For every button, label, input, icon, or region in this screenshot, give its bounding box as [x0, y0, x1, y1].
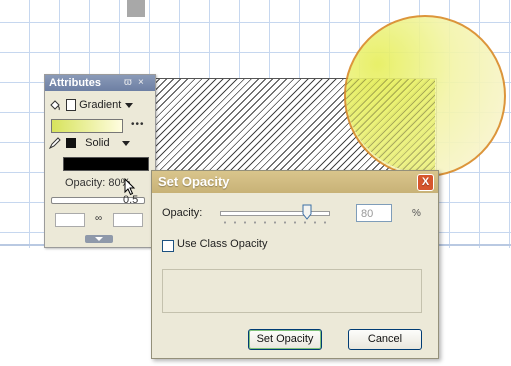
- mouse-pointer-icon: [124, 178, 136, 196]
- fill-gradient-swatch[interactable]: [51, 119, 123, 133]
- fill-type-label: Gradient: [79, 99, 122, 111]
- chevron-down-icon: [121, 140, 130, 146]
- dialog-titlebar[interactable]: Set Opacity X: [152, 171, 438, 193]
- stroke-type-label: Solid: [85, 137, 110, 149]
- opacity-slider[interactable]: [220, 211, 330, 216]
- stroke-row: Solid: [49, 137, 130, 150]
- panel-close-icon[interactable]: ×: [138, 75, 144, 91]
- attributes-panel-titlebar[interactable]: Attributes ϖ ×: [45, 75, 155, 91]
- stroke-color-square: [66, 138, 77, 149]
- set-opacity-dialog: Set Opacity X Opacity: 80 % Use Class Op…: [151, 170, 439, 359]
- use-class-opacity-label[interactable]: Use Class Opacity: [177, 238, 267, 250]
- pin-icon[interactable]: ϖ: [124, 75, 132, 91]
- fill-swatch-icon: [66, 99, 77, 112]
- opacity-input[interactable]: 80: [356, 204, 392, 222]
- gray-shape[interactable]: [127, 0, 145, 17]
- stroke-type-select[interactable]: Solid: [85, 137, 130, 149]
- link-icon[interactable]: ∞: [95, 213, 102, 224]
- size-controls: ∞: [49, 213, 149, 227]
- collapse-panel-button[interactable]: [85, 235, 113, 243]
- preview-area: [162, 269, 422, 313]
- set-opacity-button[interactable]: Set Opacity: [248, 329, 322, 350]
- attributes-panel: Attributes ϖ × Gradient ••• Solid Opacit…: [44, 74, 156, 248]
- dialog-title: Set Opacity: [158, 174, 230, 189]
- opacity-label: Opacity:: [162, 207, 203, 219]
- more-options-icon[interactable]: •••: [131, 119, 145, 130]
- use-class-opacity-checkbox[interactable]: [162, 240, 174, 252]
- chevron-down-icon: [125, 102, 134, 108]
- attributes-panel-title: Attributes: [49, 77, 101, 89]
- width-field[interactable]: [55, 213, 85, 227]
- height-field[interactable]: [113, 213, 143, 227]
- pen-icon: [49, 137, 61, 150]
- fill-row: Gradient: [49, 99, 134, 112]
- panel-opacity-label[interactable]: Opacity: 80%: [65, 177, 130, 189]
- cancel-button[interactable]: Cancel: [348, 329, 422, 350]
- percent-label: %: [412, 208, 421, 219]
- close-icon[interactable]: X: [417, 174, 434, 191]
- fill-type-select[interactable]: Gradient: [79, 99, 134, 111]
- gradient-circle-shape[interactable]: [344, 15, 506, 177]
- opacity-slider-thumb[interactable]: [302, 204, 312, 220]
- stroke-color-swatch[interactable]: [63, 157, 149, 171]
- paint-bucket-icon: [50, 100, 60, 111]
- slider-ticks: [220, 221, 330, 224]
